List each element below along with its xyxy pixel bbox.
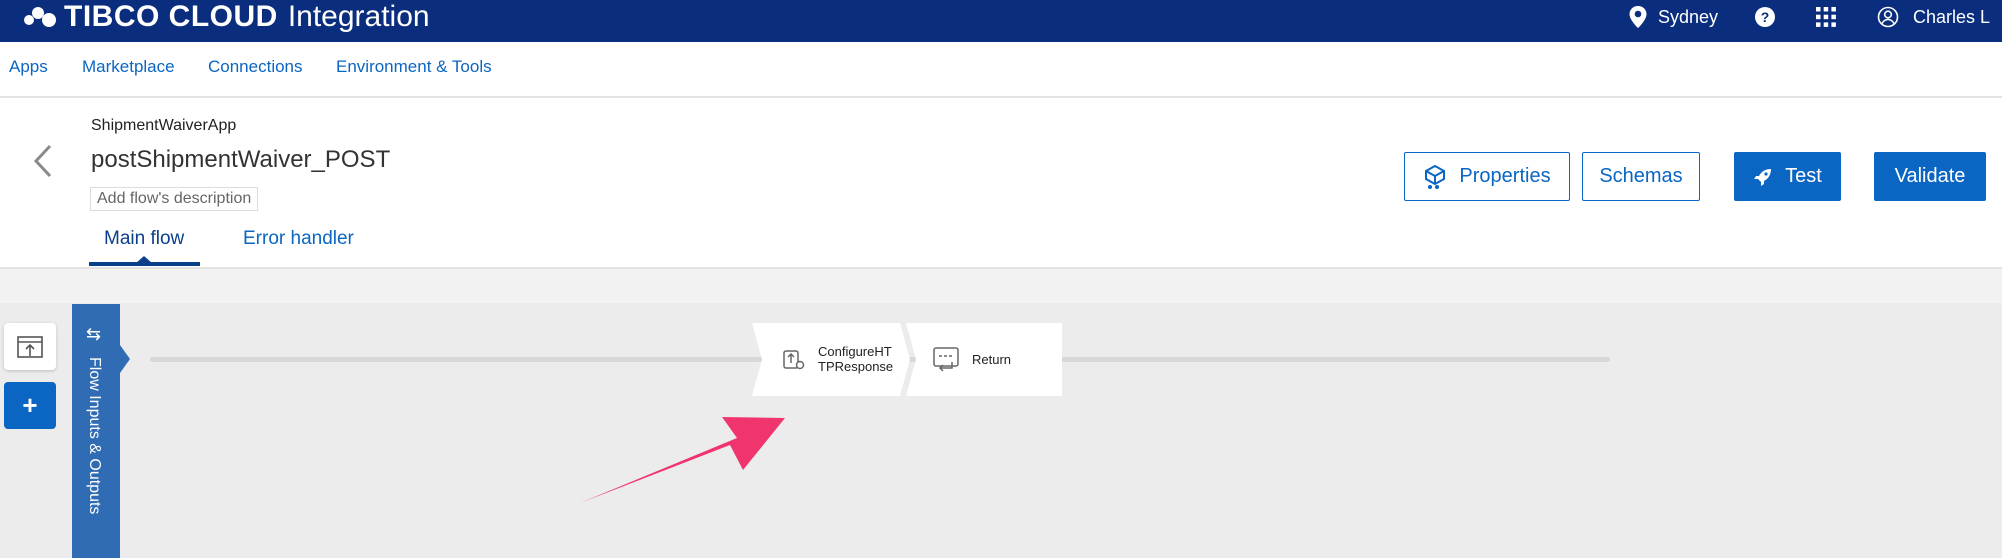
annotation-arrow-icon [580,417,785,503]
